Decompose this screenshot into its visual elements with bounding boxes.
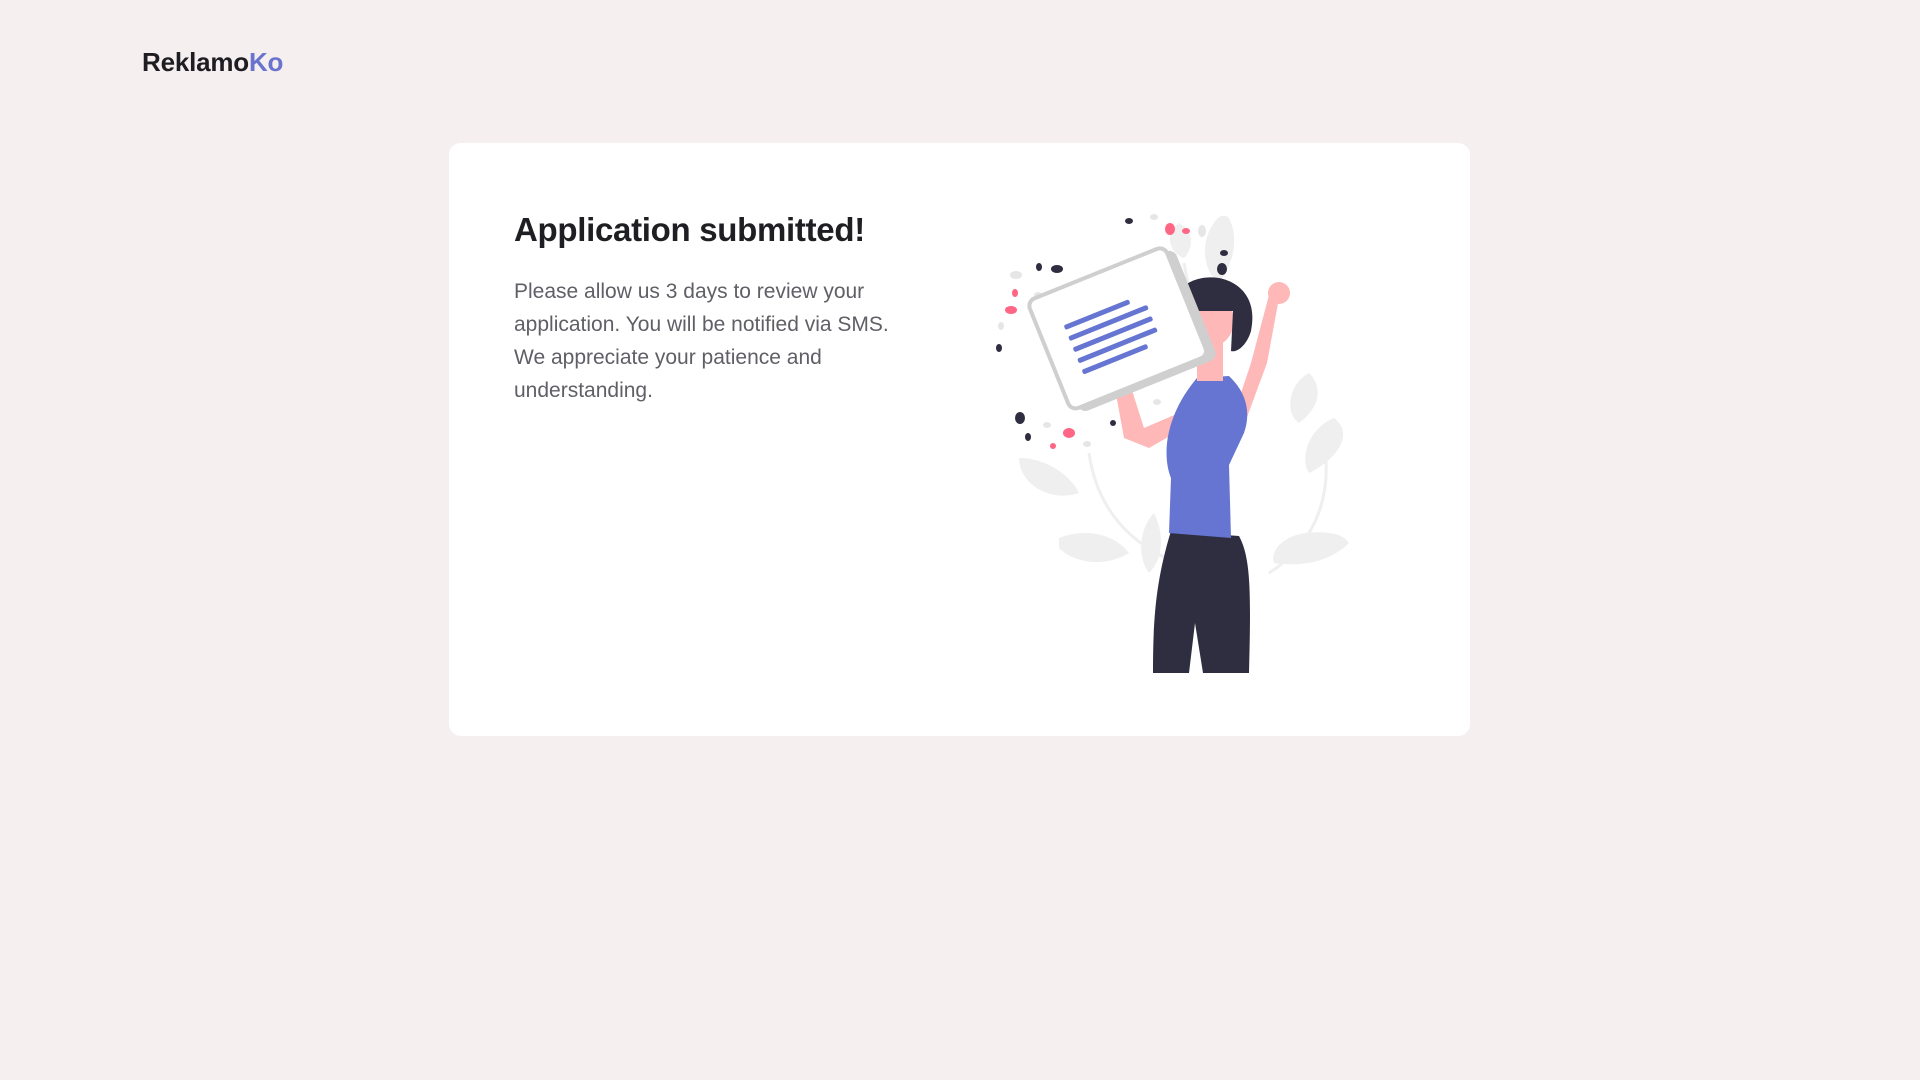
top-bar: ReklamoKo — [142, 44, 283, 80]
confirmation-message: Please allow us 3 days to review your ap… — [514, 280, 889, 402]
confirmation-card: Application submitted! Please allow us 3… — [449, 143, 1470, 736]
page-title: Application submitted! — [514, 211, 865, 248]
brand-logo[interactable]: ReklamoKo — [142, 44, 283, 80]
torso — [1166, 376, 1248, 538]
confirmation-text: Application submitted! Please allow us 3… — [514, 209, 934, 407]
woman-celebrating-illustration — [996, 214, 1349, 673]
brand-name-part2: Ko — [248, 47, 284, 77]
brand-name-part1: Reklamo — [142, 47, 249, 77]
pants — [1153, 531, 1250, 673]
